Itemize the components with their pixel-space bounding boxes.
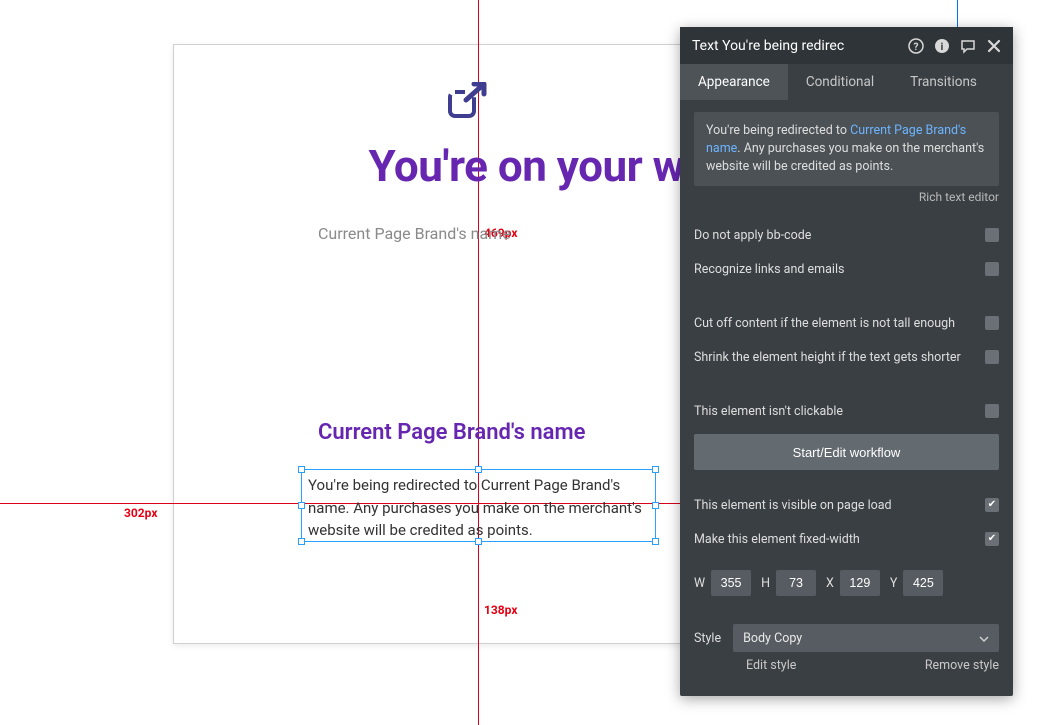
tab-conditional[interactable]: Conditional: [788, 64, 892, 100]
resize-handle-br[interactable]: [652, 538, 659, 545]
resize-handle-tr[interactable]: [652, 466, 659, 473]
style-select-value: Body Copy: [743, 631, 802, 646]
prop-visible-checkbox[interactable]: [985, 498, 999, 512]
prop-not-clickable-checkbox[interactable]: [985, 404, 999, 418]
resize-handle-ml[interactable]: [298, 502, 305, 509]
prop-not-clickable-label: This element isn't clickable: [694, 404, 843, 419]
prop-fixed-width-checkbox[interactable]: [985, 532, 999, 546]
style-label: Style: [694, 631, 721, 646]
selected-text-content: You're being redirected to Current Page …: [308, 476, 642, 539]
pos-x-input[interactable]: [840, 570, 880, 596]
top-right-guide: [957, 0, 958, 28]
panel-header[interactable]: Text You're being redirec ? i: [680, 27, 1013, 64]
help-icon[interactable]: ?: [907, 37, 925, 55]
rt-suffix: . Any purchases you make on the merchant…: [706, 141, 984, 174]
guide-label-left: 302px: [124, 506, 157, 520]
prop-cutoff-checkbox[interactable]: [985, 316, 999, 330]
info-icon[interactable]: i: [933, 37, 951, 55]
prop-recognize-links-label: Recognize links and emails: [694, 262, 844, 277]
comment-icon[interactable]: [959, 37, 977, 55]
rich-text-editor-link[interactable]: Rich text editor: [694, 190, 999, 204]
guide-label-bottom: 138px: [484, 603, 517, 617]
property-panel: Text You're being redirec ? i Appearance…: [680, 27, 1013, 696]
prop-visible-label: This element is visible on page load: [694, 498, 892, 513]
pos-w-input[interactable]: [711, 570, 751, 596]
selected-text-element[interactable]: You're being redirected to Current Page …: [301, 469, 656, 542]
svg-text:?: ?: [914, 42, 919, 53]
tab-appearance[interactable]: Appearance: [680, 64, 788, 100]
pos-h-input[interactable]: [776, 570, 816, 596]
pos-h-label: H: [761, 576, 770, 591]
prop-shrink-checkbox[interactable]: [985, 350, 999, 364]
prop-recognize-links-checkbox[interactable]: [985, 262, 999, 276]
resize-handle-tl[interactable]: [298, 466, 305, 473]
style-select[interactable]: Body Copy: [733, 624, 999, 652]
rt-prefix: You're being redirected to: [706, 123, 850, 138]
pos-y-label: Y: [890, 576, 898, 591]
pos-x-label: X: [826, 576, 834, 591]
panel-tabs: Appearance Conditional Transitions: [680, 64, 1013, 100]
resize-handle-tm[interactable]: [475, 466, 482, 473]
prop-shrink-label: Shrink the element height if the text ge…: [694, 350, 961, 365]
panel-title: Text You're being redirec: [692, 38, 899, 54]
chevron-down-icon: [979, 631, 989, 646]
pos-w-label: W: [694, 576, 705, 591]
brand-name-heading: Current Page Brand's name: [318, 420, 585, 445]
tab-transitions[interactable]: Transitions: [892, 64, 995, 100]
prop-no-bbcode-checkbox[interactable]: [985, 228, 999, 242]
resize-handle-bm[interactable]: [475, 538, 482, 545]
resize-handle-bl[interactable]: [298, 538, 305, 545]
remove-style-link[interactable]: Remove style: [925, 658, 999, 673]
workflow-button[interactable]: Start/Edit workflow: [694, 434, 999, 470]
close-icon[interactable]: [985, 37, 1003, 55]
prop-no-bbcode-label: Do not apply bb-code: [694, 228, 811, 243]
subtitle-text: Current Page Brand's name: [318, 224, 511, 243]
external-link-icon: [434, 82, 504, 122]
position-row: W H X Y: [694, 570, 999, 596]
edit-style-link[interactable]: Edit style: [746, 658, 796, 673]
rich-text-content[interactable]: You're being redirected to Current Page …: [694, 112, 999, 186]
prop-cutoff-label: Cut off content if the element is not ta…: [694, 316, 955, 331]
pos-y-input[interactable]: [903, 570, 943, 596]
svg-text:i: i: [941, 42, 944, 53]
resize-handle-mr[interactable]: [652, 502, 659, 509]
prop-fixed-width-label: Make this element fixed-width: [694, 532, 860, 547]
